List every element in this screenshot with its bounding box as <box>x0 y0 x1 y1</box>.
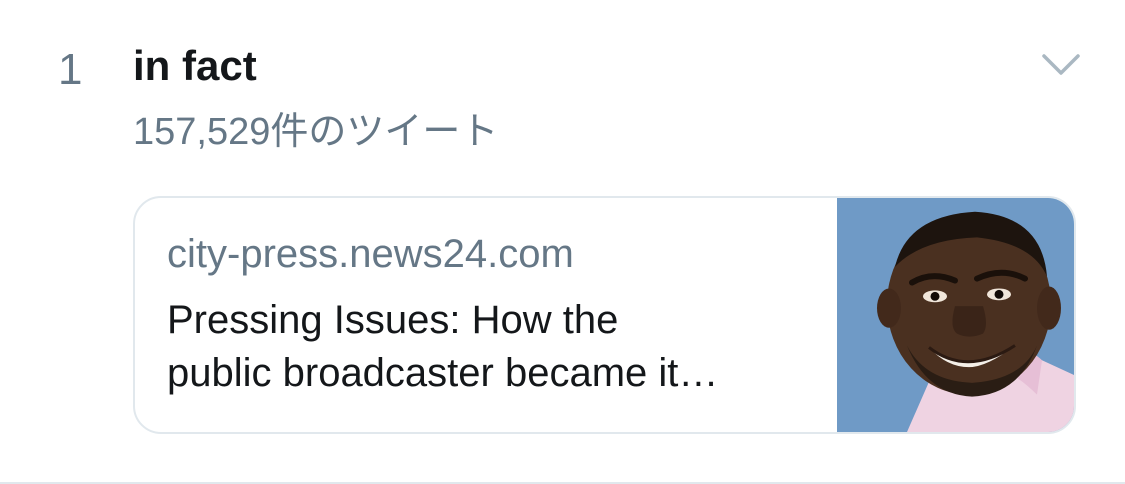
card-text: city-press.news24.com Pressing Issues: H… <box>167 228 827 400</box>
link-preview-card[interactable]: city-press.news24.com Pressing Issues: H… <box>133 196 1076 434</box>
trend-name[interactable]: in fact <box>133 40 257 92</box>
tweet-count: 157,529件のツイート <box>133 111 499 153</box>
person-photo-icon <box>837 198 1074 432</box>
card-title-line-1: Pressing Issues: How the <box>167 298 619 342</box>
trend-item[interactable]: 1 in fact 157,529件のツイート city-press.news2… <box>0 0 1125 484</box>
chevron-down-icon[interactable] <box>1040 48 1082 82</box>
card-title-line-2: public broadcaster became it… <box>167 351 719 395</box>
card-domain: city-press.news24.com <box>167 232 574 276</box>
trend-rank: 1 <box>58 45 83 94</box>
card-title: Pressing Issues: How the public broadcast… <box>167 294 827 400</box>
